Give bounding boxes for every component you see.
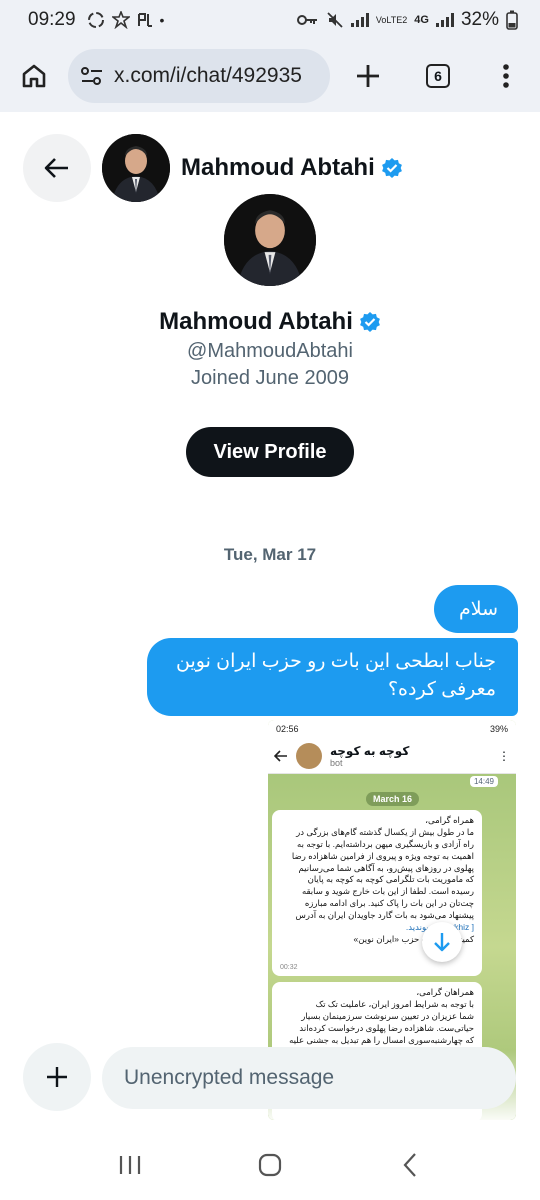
attachment-line: که ماموریت بات تلگرامی کوچه به کوچه به پ…: [307, 874, 474, 885]
profile-name-text: Mahmoud Abtahi: [159, 308, 353, 335]
header-contact[interactable]: Mahmoud Abtahi: [181, 154, 403, 182]
verified-badge-icon: [381, 158, 402, 178]
app-icon: [137, 13, 152, 27]
attachment-line: شما عزیزان در تعیین سرنوشت سرزمینمان بسی…: [301, 1010, 474, 1021]
attachment-line: که چهارشنبه‌سوری امسال را هم تبدیل به جش…: [289, 1034, 474, 1045]
arrow-left-icon: [44, 158, 68, 178]
mute-icon: [327, 12, 343, 28]
attachment-line: راه آزادی و بازیسگیری میهن برداشته‌ایم. …: [297, 838, 474, 849]
attachment-line: همراه گرامی،: [425, 815, 474, 825]
message-input[interactable]: [102, 1047, 516, 1109]
attachment-line: همراهان گرامی،: [416, 987, 474, 997]
tab-count: 6: [426, 64, 450, 88]
attachment-status-bar: 02:56 39%: [268, 720, 516, 738]
attachment-line: پهلوی در روزهای پیش‌رو، به آگاهی شما می‌…: [298, 862, 474, 873]
attachment-line: با توجه به شرایط امروز ایران، عاملیت تک …: [315, 998, 474, 1009]
more-vertical-icon: ⋮: [498, 748, 510, 763]
status-bar: 09:29 • VoLTE2 4G 32%: [0, 0, 540, 40]
attachment-date-pill: March 16: [366, 792, 420, 806]
arrow-left-icon: [274, 749, 287, 762]
date-separator: Tue, Mar 17: [223, 545, 317, 564]
back-button[interactable]: [23, 134, 91, 202]
network-label: 4G: [414, 14, 429, 26]
browser-menu-button[interactable]: [486, 56, 526, 96]
attachment-chat-header: کوچه به کوچه bot ⋮: [268, 738, 516, 774]
recent-apps-icon: [119, 1156, 141, 1174]
back-nav-button[interactable]: [380, 1140, 440, 1190]
signal-icon: [350, 13, 369, 27]
attachment-line: اهمیت به توجه ویژه و پیروی از فرامین شاه…: [291, 850, 474, 861]
header-contact-name: Mahmoud Abtahi: [181, 154, 375, 181]
attachment-message-time: 00:32: [280, 964, 298, 972]
home-nav-button[interactable]: [240, 1140, 300, 1190]
tab-switcher-button[interactable]: 6: [418, 56, 458, 96]
system-nav-bar: [0, 1130, 540, 1200]
recent-apps-button[interactable]: [100, 1140, 160, 1190]
sync-icon: [87, 12, 104, 28]
view-profile-button[interactable]: View Profile: [186, 427, 354, 477]
scroll-down-button[interactable]: [422, 922, 462, 962]
battery-level: 32%: [460, 9, 499, 30]
home-icon: [22, 64, 46, 88]
home-circle-icon: [258, 1153, 282, 1177]
chevron-left-icon: [403, 1153, 416, 1177]
plus-icon: [47, 1067, 67, 1087]
status-time: 09:29: [28, 9, 76, 30]
more-vertical-icon: [503, 64, 509, 88]
address-bar[interactable]: x.com/i/chat/492935: [68, 49, 330, 103]
avatar-portrait: [102, 134, 170, 202]
dot-icon: •: [159, 12, 165, 28]
verified-badge-icon: [359, 312, 380, 332]
attachment-line: پیشنهاد می‌شود به بات گارد جاویدان ایران…: [295, 910, 474, 921]
profile-avatar[interactable]: [224, 194, 316, 286]
settings-icon: [111, 11, 130, 29]
attachment-line: رسیده است. لطفا از این بات خارج شوید و س…: [301, 886, 474, 897]
signal-icon-2: [435, 13, 454, 27]
avatar-portrait-large: [224, 194, 316, 286]
attachment-chat-title: کوچه به کوچه: [330, 743, 410, 758]
browser-toolbar: x.com/i/chat/492935 6: [0, 40, 540, 112]
plus-icon: [357, 65, 379, 87]
volte-label: VoLTE2: [375, 14, 408, 25]
status-system-icons: VoLTE2 4G 32%: [296, 9, 518, 31]
attachment-chat-titles: کوچه به کوچه bot: [330, 744, 409, 768]
attachment-chat-subtitle: bot: [330, 757, 343, 768]
attachment-status-battery: 39%: [489, 724, 508, 734]
attachment-line: چت‌تان در این بات را پاک کنید. برای ادام…: [304, 898, 474, 909]
home-button[interactable]: [14, 56, 54, 96]
status-notification-icons: •: [86, 10, 165, 30]
attachment-status-time: 02:56: [276, 724, 299, 734]
profile-joined-date: Joined June 2009: [191, 367, 349, 389]
attachment-line: ما در طول بیش از یکسال گذشته گام‌های بزر…: [296, 826, 474, 837]
message-bubble[interactable]: جناب ابطحی این بات رو حزب ایران نوین معر…: [147, 638, 518, 716]
attachment-time: 14:49: [469, 776, 498, 787]
message-bubble[interactable]: سلام: [434, 585, 518, 633]
arrow-down-icon: [434, 933, 450, 952]
site-settings-icon[interactable]: [80, 66, 104, 86]
url-text[interactable]: x.com/i/chat/492935: [114, 64, 302, 88]
add-attachment-button[interactable]: [23, 1043, 91, 1111]
profile-handle: @MahmoudAbtahi: [187, 340, 353, 362]
attachment-line: حیاتی‌ست. شاهزاده رضا پهلوی درخواست کرده…: [299, 1022, 474, 1033]
new-tab-button[interactable]: [348, 56, 388, 96]
key-icon: [296, 15, 317, 25]
battery-icon: [506, 10, 518, 30]
profile-name: Mahmoud Abtahi: [0, 308, 540, 336]
header-avatar[interactable]: [102, 134, 170, 202]
attachment-chat-avatar: [296, 742, 322, 769]
